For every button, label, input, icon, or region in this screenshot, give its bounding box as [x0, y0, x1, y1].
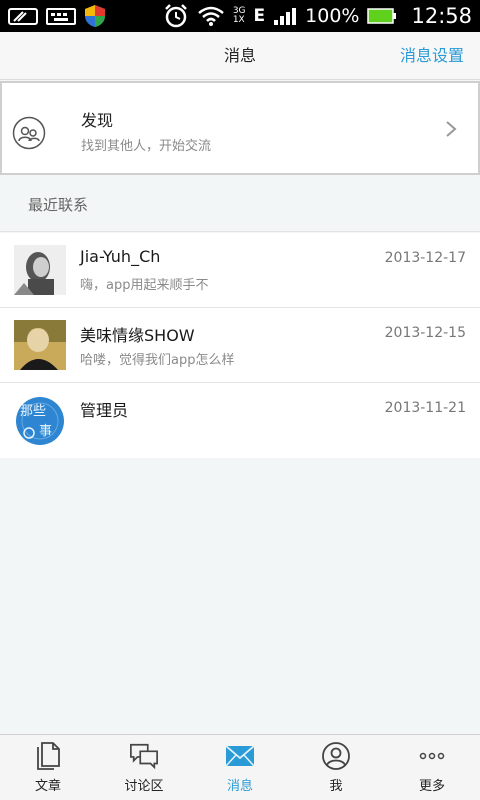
- contact-date: 2013-11-21: [384, 400, 466, 416]
- chat-bubbles-icon: [129, 741, 159, 771]
- tab-discussion[interactable]: 讨论区: [96, 735, 192, 800]
- avatar-text-bottom: 事: [39, 424, 52, 439]
- contact-last-message: 嗨，app用起来顺手不: [80, 278, 209, 293]
- status-bar-left: [8, 4, 106, 28]
- network-label: 3G 1X: [233, 7, 246, 25]
- network-1x-label: 1X: [232, 15, 245, 25]
- keyboard-icon: [46, 6, 76, 26]
- contact-row[interactable]: Jia-Yuh_Ch 嗨，app用起来顺手不 2013-12-17: [0, 233, 480, 308]
- network-type-label: E: [253, 6, 266, 26]
- battery-icon: [367, 7, 397, 25]
- more-icon: [417, 741, 447, 771]
- contact-date: 2013-12-15: [384, 325, 466, 341]
- clock: 12:58: [411, 4, 472, 28]
- contact-name: Jia-Yuh_Ch: [80, 247, 161, 266]
- people-icon: [12, 116, 46, 150]
- tab-label: 更多: [418, 779, 445, 794]
- tab-messages[interactable]: 消息: [192, 735, 288, 800]
- contact-name: 管理员: [80, 401, 129, 420]
- contact-last-message: 哈喽，觉得我们app怎么样: [80, 353, 235, 368]
- alarm-icon: [163, 3, 189, 29]
- recent-contacts-header: 最近联系: [0, 176, 480, 232]
- recent-contacts-label: 最近联系: [28, 196, 89, 214]
- screenshot-icon: [8, 6, 38, 26]
- avatar: [14, 245, 66, 295]
- contact-name: 美味情缘SHOW: [80, 326, 195, 345]
- message-settings-button[interactable]: 消息设置: [400, 32, 464, 80]
- document-icon: [33, 741, 63, 771]
- title-bar: 消息 消息设置: [0, 32, 480, 80]
- signal-icon: [273, 6, 297, 26]
- discover-entry[interactable]: 发现 找到其他人，开始交流: [0, 81, 480, 175]
- tab-label: 讨论区: [124, 779, 164, 794]
- avatar: [14, 320, 66, 370]
- contact-row[interactable]: 那些 事 管理员 2013-11-21: [0, 383, 480, 458]
- tab-more[interactable]: 更多: [384, 735, 480, 800]
- mail-icon: [225, 741, 255, 771]
- avatar: 那些 事: [14, 395, 66, 445]
- status-bar: 3G 1X E 100% 12:58: [0, 0, 480, 32]
- battery-percent: 100%: [305, 5, 360, 27]
- wifi-icon: [197, 5, 225, 27]
- tab-label: 消息: [226, 779, 253, 794]
- avatar-text-top: 那些: [20, 404, 46, 419]
- person-icon: [321, 741, 351, 771]
- discover-subtitle: 找到其他人，开始交流: [81, 139, 212, 154]
- chevron-right-icon: [444, 119, 458, 139]
- status-bar-right: 3G 1X E 100% 12:58: [163, 3, 472, 29]
- tab-articles[interactable]: 文章: [0, 735, 96, 800]
- tab-label: 我: [329, 779, 343, 794]
- discover-title: 发现: [81, 111, 114, 130]
- tab-me[interactable]: 我: [288, 735, 384, 800]
- bottom-nav: 文章 讨论区 消息 我 更多: [0, 734, 480, 800]
- contact-list: Jia-Yuh_Ch 嗨，app用起来顺手不 2013-12-17 美味情缘SH…: [0, 233, 480, 458]
- tab-label: 文章: [34, 779, 61, 794]
- shield-icon: [84, 4, 106, 28]
- contact-row[interactable]: 美味情缘SHOW 哈喽，觉得我们app怎么样 2013-12-15: [0, 308, 480, 383]
- contact-date: 2013-12-17: [384, 250, 466, 266]
